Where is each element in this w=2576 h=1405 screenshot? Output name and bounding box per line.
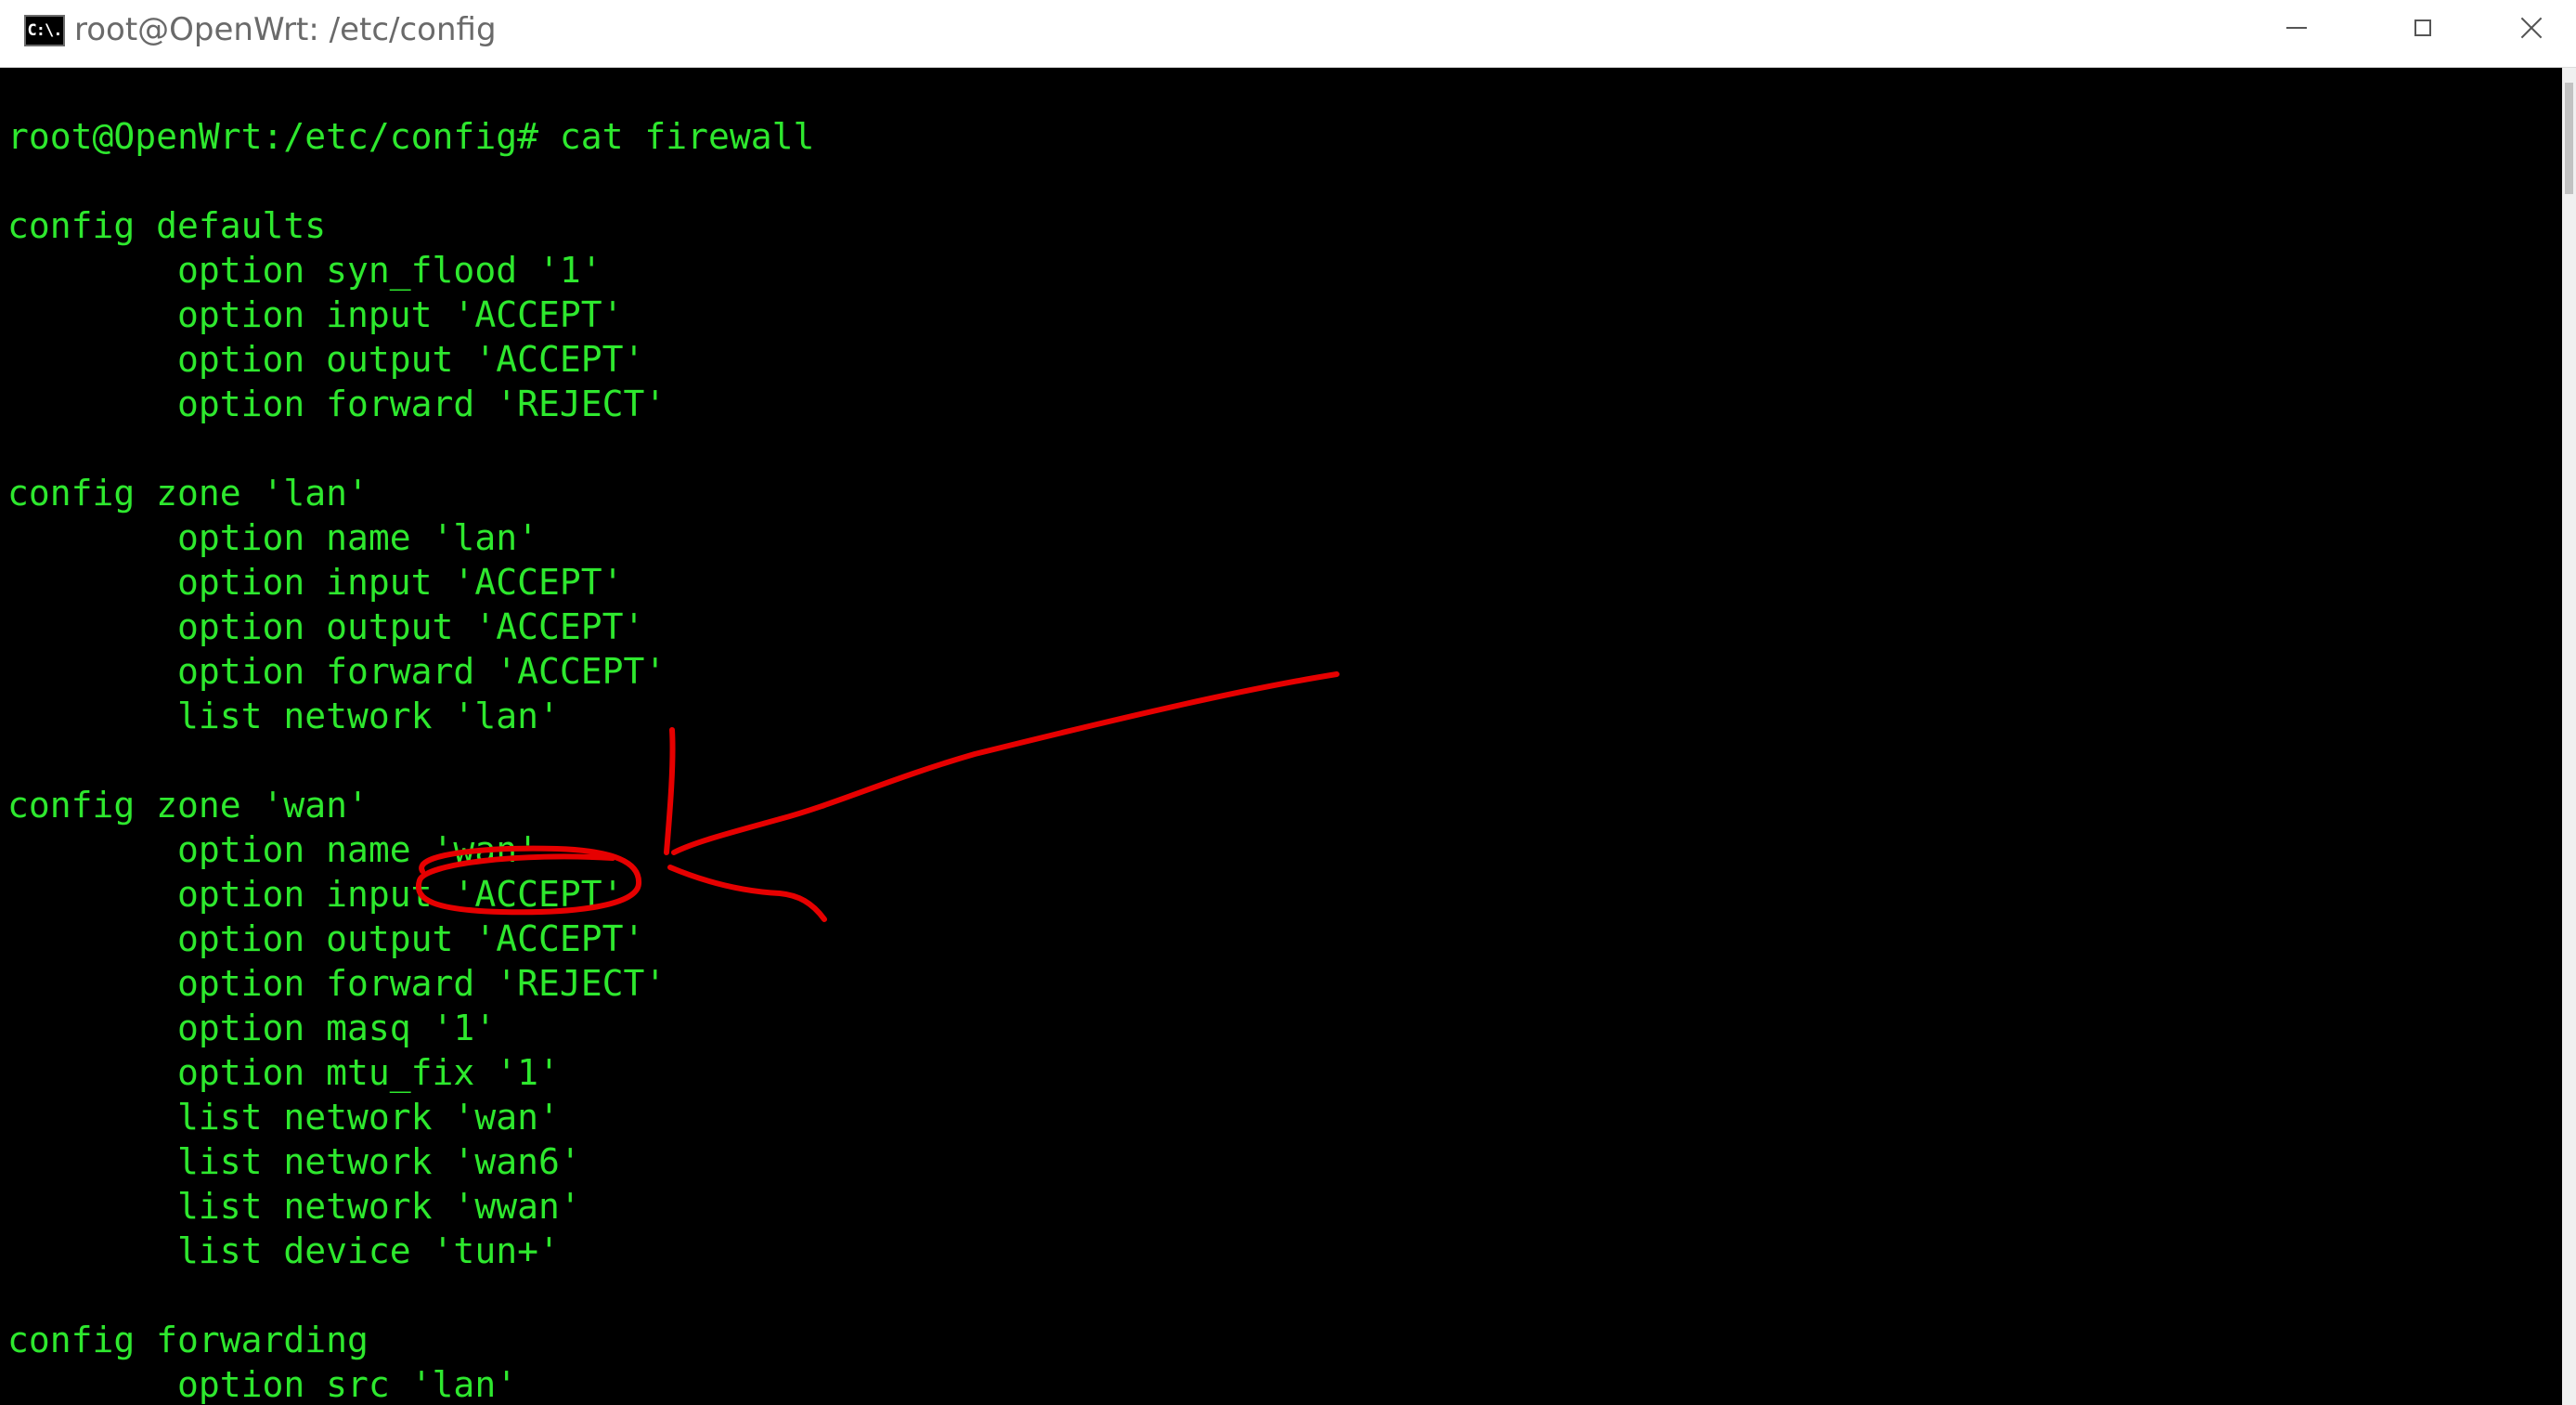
close-icon (2520, 17, 2543, 39)
terminal-line: option syn_flood '1' (7, 250, 602, 291)
terminal-line: config zone 'lan' (7, 473, 369, 514)
terminal-line: option input 'ACCEPT' (7, 294, 624, 335)
minimize-icon (2286, 27, 2307, 29)
maximize-button[interactable] (2360, 0, 2486, 56)
terminal-line: config zone 'wan' (7, 785, 369, 826)
terminal-line: option output 'ACCEPT' (7, 606, 645, 647)
terminal-line: option input 'ACCEPT' (7, 562, 624, 603)
terminal-line: option forward 'ACCEPT' (7, 651, 667, 692)
minimize-button[interactable] (2233, 0, 2360, 56)
title-bar[interactable]: C:\. root@OpenWrt: /etc/config (0, 0, 2576, 68)
terminal-line: option output 'ACCEPT' (7, 339, 645, 380)
terminal-line: root@OpenWrt:/etc/config# cat firewall (7, 116, 815, 157)
scrollbar-thumb[interactable] (2565, 83, 2573, 194)
console-window: C:\. root@OpenWrt: /etc/config root@Open… (0, 0, 2576, 1405)
terminal-line: list device 'tun+' (7, 1230, 560, 1271)
terminal-line: option mtu_fix '1' (7, 1052, 560, 1093)
terminal-line: list network 'wan' (7, 1097, 560, 1138)
terminal-line: option forward 'REJECT' (7, 963, 667, 1004)
vertical-scrollbar[interactable] (2562, 68, 2576, 1405)
close-button[interactable] (2486, 0, 2576, 56)
terminal-line: option name 'lan' (7, 517, 538, 558)
terminal-line: list network 'wan6' (7, 1141, 581, 1182)
terminal-line: option name 'wan' (7, 829, 538, 870)
terminal-line: option output 'ACCEPT' (7, 918, 645, 959)
terminal-line: list network 'wwan' (7, 1186, 581, 1227)
maximize-icon (2414, 20, 2431, 36)
terminal-line-highlighted: option input 'ACCEPT' (7, 874, 624, 915)
console-app-icon[interactable]: C:\. (24, 15, 65, 46)
terminal-line: option src 'lan' (7, 1364, 518, 1405)
window-title: root@OpenWrt: /etc/config (74, 11, 497, 48)
terminal-line: config defaults (7, 205, 327, 246)
terminal-line: list network 'lan' (7, 696, 560, 736)
terminal-output[interactable]: root@OpenWrt:/etc/config# cat firewall c… (0, 68, 2562, 1405)
terminal-line: option forward 'REJECT' (7, 384, 667, 424)
terminal-line: config forwarding (7, 1320, 369, 1360)
terminal-line: option masq '1' (7, 1008, 497, 1048)
